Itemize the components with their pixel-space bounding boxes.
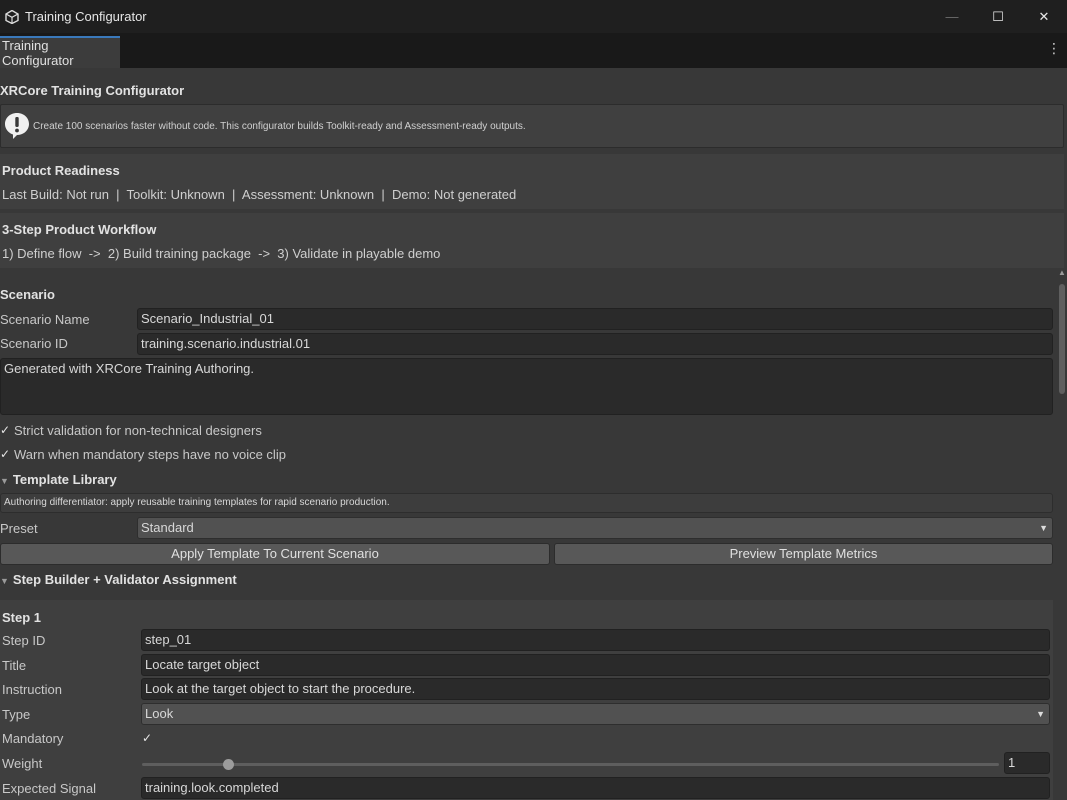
step-id-label: Step ID [2, 633, 46, 648]
page-title: XRCore Training Configurator [0, 83, 185, 98]
step-builder-foldout[interactable]: ▼ Step Builder + Validator Assignment [0, 572, 237, 587]
info-help-box: Create 100 scenarios faster without code… [0, 104, 1064, 148]
step-title-label: Title [2, 658, 27, 673]
weight-label: Weight [2, 756, 43, 771]
exclamation-icon [3, 110, 31, 142]
template-library-title: Template Library [12, 472, 117, 487]
more-options-icon[interactable]: ⋮ [1047, 41, 1061, 55]
scrollbar-thumb[interactable] [1059, 284, 1065, 394]
expected-signal-label: Expected Signal [2, 781, 96, 796]
dropdown-arrow-icon: ▼ [1036, 709, 1045, 719]
tab-training-configurator[interactable]: Training Configurator [0, 36, 120, 68]
maximize-button[interactable]: ☐ [975, 0, 1021, 33]
workflow-panel: 3-Step Product Workflow 1) Define flow -… [0, 213, 1064, 268]
scenario-name-input[interactable]: Scenario_Industrial_01 [137, 308, 1053, 330]
weight-slider-track[interactable] [142, 763, 999, 766]
template-library-foldout[interactable]: ▼ Template Library [0, 472, 117, 487]
mandatory-checkbox[interactable]: ✓ [142, 732, 154, 744]
tab-label: Training Configurator [2, 38, 74, 68]
foldout-arrow-icon: ▼ [0, 476, 9, 486]
workflow-steps: 1) Define flow -> 2) Build training pack… [2, 246, 441, 261]
step-type-value: Look [145, 706, 174, 721]
readiness-panel: Product Readiness Last Build: Not run | … [0, 154, 1064, 209]
unity-logo-icon [4, 9, 20, 25]
workflow-title: 3-Step Product Workflow [2, 222, 157, 237]
window-titlebar: Training Configurator — ☐ ✕ [0, 0, 1067, 33]
step-id-input[interactable]: step_01 [141, 629, 1050, 651]
minimize-button[interactable]: — [929, 0, 975, 33]
expected-signal-input[interactable]: training.look.completed [141, 777, 1050, 799]
scenario-id-label: Scenario ID [0, 336, 68, 351]
strict-validation-checkbox[interactable]: ✓ [0, 424, 12, 436]
step-type-dropdown[interactable]: Look ▼ [141, 703, 1050, 725]
preset-value: Standard [141, 520, 194, 535]
step-title-input[interactable]: Locate target object [141, 654, 1050, 676]
close-button[interactable]: ✕ [1021, 0, 1067, 33]
scroll-up-icon[interactable]: ▲ [1058, 268, 1066, 277]
scenario-description-textarea[interactable]: Generated with XRCore Training Authoring… [0, 358, 1053, 415]
step-builder-title: Step Builder + Validator Assignment [12, 572, 237, 587]
vertical-scrollbar[interactable]: ▲ [1057, 268, 1067, 800]
configurator-content: XRCore Training Configurator Create 100 … [0, 68, 1067, 800]
readiness-status: Last Build: Not run | Toolkit: Unknown |… [2, 187, 517, 202]
step-heading: Step 1 [2, 610, 42, 625]
warn-voice-clip-checkbox[interactable]: ✓ [0, 448, 12, 460]
readiness-title: Product Readiness [2, 163, 120, 178]
tab-strip: Training Configurator ⋮ [0, 33, 1067, 68]
template-library-note: Authoring differentiator: apply reusable… [0, 493, 1053, 513]
preset-dropdown[interactable]: Standard ▼ [137, 517, 1053, 539]
scenario-id-input[interactable]: training.scenario.industrial.01 [137, 333, 1053, 355]
warn-voice-clip-label: Warn when mandatory steps have no voice … [14, 447, 286, 462]
foldout-arrow-icon: ▼ [0, 576, 9, 586]
step-instruction-label: Instruction [2, 682, 62, 697]
step-card: Step 1 Step ID step_01 Title Locate targ… [0, 600, 1053, 800]
weight-slider-thumb[interactable] [222, 759, 234, 770]
scenario-section-title: Scenario [0, 287, 55, 302]
step-type-label: Type [2, 707, 31, 722]
weight-value-input[interactable]: 1 [1004, 752, 1050, 774]
preview-template-metrics-button[interactable]: Preview Template Metrics [554, 543, 1053, 565]
scenario-name-label: Scenario Name [0, 312, 90, 327]
preset-label: Preset [0, 521, 38, 536]
window-title: Training Configurator [25, 9, 147, 24]
dropdown-arrow-icon: ▼ [1039, 523, 1048, 533]
strict-validation-label: Strict validation for non-technical desi… [14, 423, 262, 438]
apply-template-button[interactable]: Apply Template To Current Scenario [0, 543, 550, 565]
step-instruction-input[interactable]: Look at the target object to start the p… [141, 678, 1050, 700]
help-text: Create 100 scenarios faster without code… [33, 120, 526, 132]
mandatory-label: Mandatory [2, 731, 64, 746]
